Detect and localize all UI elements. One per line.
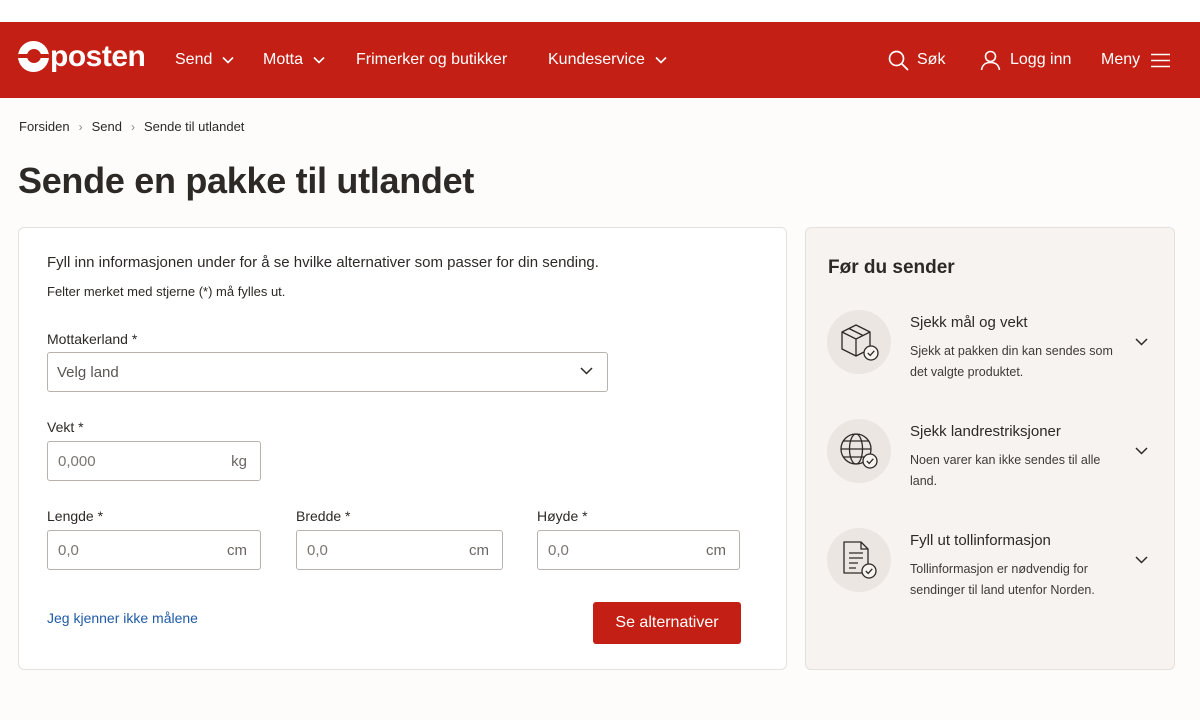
- nav-send[interactable]: Send: [175, 22, 234, 98]
- chevron-right-icon: ›: [130, 119, 135, 134]
- user-icon: [980, 50, 1001, 70]
- chevron-down-icon: [655, 56, 667, 64]
- weight-label: Vekt *: [47, 419, 84, 435]
- nav-frimerker[interactable]: Frimerker og butikker: [356, 22, 507, 98]
- posten-logo[interactable]: posten: [18, 39, 146, 73]
- required-note: Felter merket med stjerne (*) må fylles …: [47, 284, 286, 299]
- main-navbar: posten Send Motta Frimerker og butikker …: [0, 22, 1200, 98]
- menu-button[interactable]: Meny: [1101, 22, 1171, 98]
- chevron-down-icon: [1135, 338, 1148, 346]
- chevron-down-icon: [313, 56, 325, 64]
- hamburger-menu-icon: [1151, 53, 1171, 67]
- accordion-title: Sjekk mål og vekt: [910, 314, 1028, 331]
- nav-motta[interactable]: Motta: [263, 22, 325, 98]
- nav-motta-label: Motta: [263, 51, 304, 68]
- search-label: Søk: [917, 51, 946, 68]
- height-input[interactable]: 0,0 cm: [537, 530, 740, 570]
- length-unit: cm: [227, 541, 247, 559]
- logo-text: posten: [50, 39, 146, 73]
- width-label: Bredde *: [296, 508, 351, 524]
- width-placeholder: 0,0: [307, 541, 328, 559]
- country-select[interactable]: Velg land: [47, 352, 608, 392]
- nav-kundeservice-label: Kundeservice: [548, 51, 645, 68]
- search-icon: [888, 50, 909, 70]
- height-unit: cm: [706, 541, 726, 559]
- page-title: Sende en pakke til utlandet: [18, 160, 475, 201]
- globe-check-icon: [827, 419, 891, 483]
- panel-title: Før du sender: [828, 257, 955, 278]
- form-intro: Fyll inn informasjonen under for å se hv…: [47, 254, 599, 271]
- accordion-description: Tollinformasjon er nødvendig for sending…: [910, 562, 1095, 597]
- document-check-icon: [827, 528, 891, 592]
- accordion-item-country-restrictions[interactable]: Sjekk landrestriksjoner Noen varer kan i…: [806, 419, 1176, 499]
- unknown-dimensions-link[interactable]: Jeg kjenner ikke målene: [47, 610, 198, 626]
- chevron-down-icon: [1135, 556, 1148, 564]
- country-select-value: Velg land: [57, 363, 119, 381]
- login-button[interactable]: Logg inn: [980, 22, 1071, 98]
- breadcrumb-link-home[interactable]: Forsiden: [19, 119, 70, 134]
- accordion-title: Fyll ut tollinformasjon: [910, 532, 1051, 549]
- see-alternatives-button[interactable]: Se alternativer: [593, 602, 741, 644]
- login-label: Logg inn: [1010, 51, 1072, 68]
- height-label: Høyde *: [537, 508, 588, 524]
- nav-send-label: Send: [175, 51, 213, 68]
- weight-input[interactable]: 0,000 kg: [47, 441, 261, 481]
- package-check-icon: [827, 310, 891, 374]
- shipping-form-card: Fyll inn informasjonen under for å se hv…: [18, 227, 787, 670]
- breadcrumb-current: Sende til utlandet: [143, 119, 245, 134]
- weight-unit: kg: [231, 452, 247, 470]
- top-strip: [0, 0, 1200, 22]
- posten-logo-mark: [18, 41, 49, 72]
- accordion-description: Sjekk at pakken din kan sendes som det v…: [910, 344, 1113, 379]
- length-label: Lengde *: [47, 508, 104, 524]
- before-you-send-panel: Før du sender Sjekk mål og vekt Sjekk at…: [805, 227, 1175, 670]
- chevron-down-icon: [222, 56, 234, 64]
- chevron-down-icon: [1135, 447, 1148, 455]
- accordion-description: Noen varer kan ikke sendes til alle land…: [910, 453, 1101, 488]
- weight-placeholder: 0,000: [58, 452, 96, 470]
- breadcrumb: Forsiden › Send › Sende til utlandet: [19, 119, 244, 134]
- accordion-title: Sjekk landrestriksjoner: [910, 423, 1061, 440]
- length-placeholder: 0,0: [58, 541, 79, 559]
- width-input[interactable]: 0,0 cm: [296, 530, 503, 570]
- length-input[interactable]: 0,0 cm: [47, 530, 261, 570]
- width-unit: cm: [469, 541, 489, 559]
- country-label: Mottakerland *: [47, 331, 138, 347]
- breadcrumb-link-send[interactable]: Send: [92, 119, 122, 134]
- nav-frimerker-label: Frimerker og butikker: [356, 51, 508, 68]
- search-button[interactable]: Søk: [888, 22, 945, 98]
- chevron-right-icon: ›: [78, 119, 83, 134]
- accordion-item-check-size[interactable]: Sjekk mål og vekt Sjekk at pakken din ka…: [806, 310, 1176, 390]
- chevron-down-icon: [580, 367, 593, 375]
- nav-kundeservice[interactable]: Kundeservice: [548, 22, 667, 98]
- height-placeholder: 0,0: [548, 541, 569, 559]
- accordion-item-customs-info[interactable]: Fyll ut tollinformasjon Tollinformasjon …: [806, 528, 1176, 608]
- menu-label: Meny: [1101, 51, 1141, 68]
